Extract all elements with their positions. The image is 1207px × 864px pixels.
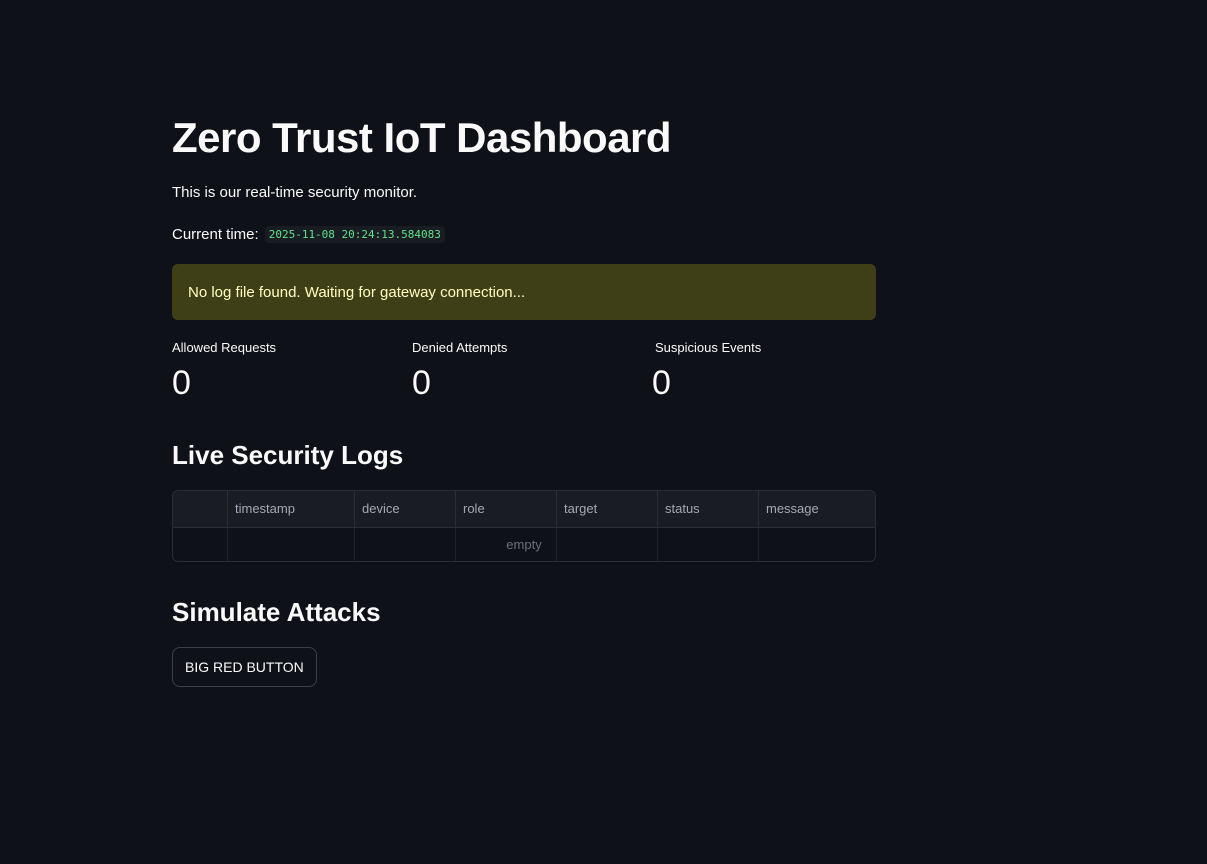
page-title: Zero Trust IoT Dashboard xyxy=(172,114,672,161)
column-header-role[interactable]: role xyxy=(456,491,557,527)
column-header-index[interactable] xyxy=(173,491,228,527)
big-red-button[interactable]: BIG RED BUTTON xyxy=(172,647,317,687)
table-empty-placeholder: empty xyxy=(506,537,542,552)
metric-denied-attempts: Denied Attempts 0 xyxy=(412,340,507,403)
column-header-message[interactable]: message xyxy=(759,491,875,527)
column-header-target[interactable]: target xyxy=(557,491,658,527)
metric-allowed-requests: Allowed Requests 0 xyxy=(172,340,276,403)
metric-label: Allowed Requests xyxy=(172,340,277,355)
current-time-label: Current time: xyxy=(172,226,259,243)
metric-label: Suspicious Events xyxy=(655,340,762,355)
metric-value: 0 xyxy=(172,364,191,402)
metric-suspicious-events: Suspicious Events 0 xyxy=(652,340,761,403)
column-header-status[interactable]: status xyxy=(658,491,759,527)
metric-label: Denied Attempts xyxy=(412,340,508,355)
simulate-heading: Simulate Attacks xyxy=(172,597,381,627)
current-time-value: 2025-11-08 20:24:13.584083 xyxy=(264,226,445,243)
current-time-row: Current time: 2025-11-08 20:24:13.584083 xyxy=(172,226,445,243)
logs-table[interactable]: timestamp device role target status mess… xyxy=(172,490,876,562)
warning-alert-message: No log file found. Waiting for gateway c… xyxy=(188,283,526,301)
logs-heading: Live Security Logs xyxy=(172,440,404,470)
metric-value: 0 xyxy=(652,364,671,402)
column-header-device[interactable]: device xyxy=(355,491,456,527)
table-header-row: timestamp device role target status mess… xyxy=(173,491,875,528)
metric-value: 0 xyxy=(412,364,431,402)
column-header-timestamp[interactable]: timestamp xyxy=(228,491,355,527)
warning-alert: No log file found. Waiting for gateway c… xyxy=(172,264,876,320)
table-body: empty xyxy=(173,528,875,561)
intro-text: This is our real-time security monitor. xyxy=(172,184,418,201)
